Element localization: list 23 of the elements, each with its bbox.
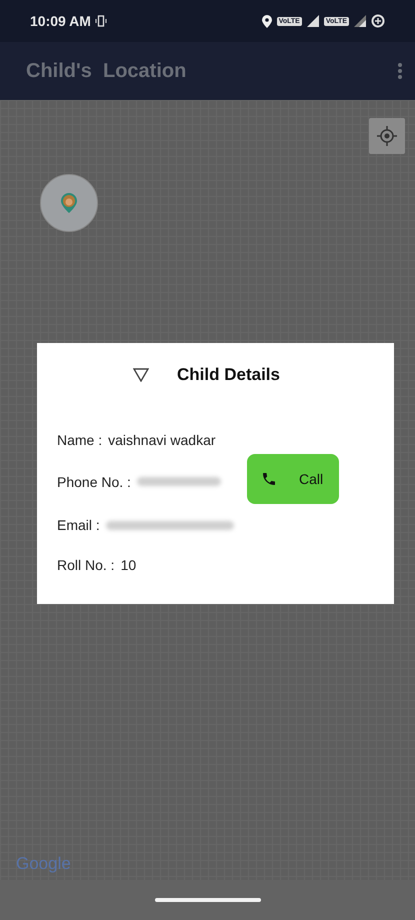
signal-icon bbox=[354, 15, 366, 27]
field-label: Email : bbox=[57, 517, 100, 533]
field-label: Roll No. : bbox=[57, 557, 115, 573]
field-label: Name : bbox=[57, 432, 102, 448]
call-button[interactable]: Call bbox=[247, 454, 339, 504]
child-marker[interactable] bbox=[40, 174, 98, 232]
more-icon[interactable] bbox=[397, 62, 403, 80]
my-location-button[interactable] bbox=[369, 118, 405, 154]
crosshair-icon bbox=[377, 126, 397, 146]
field-value: 10 bbox=[120, 557, 136, 573]
map-attribution: Google bbox=[16, 854, 71, 874]
person-pin-icon bbox=[61, 193, 77, 213]
location-icon bbox=[262, 14, 272, 28]
field-value: vaishnavi wadkar bbox=[108, 432, 216, 448]
collapse-icon[interactable] bbox=[133, 368, 150, 382]
data-saver-icon bbox=[371, 14, 385, 28]
signal-icon bbox=[306, 15, 319, 27]
phone-icon bbox=[261, 471, 277, 487]
field-label: Phone No. : bbox=[57, 474, 131, 490]
dialog-title: Child Details bbox=[177, 365, 280, 385]
status-time: 10:09 AM bbox=[30, 13, 91, 29]
vibrate-icon bbox=[94, 15, 107, 27]
app-title: Child's Location bbox=[26, 60, 186, 82]
